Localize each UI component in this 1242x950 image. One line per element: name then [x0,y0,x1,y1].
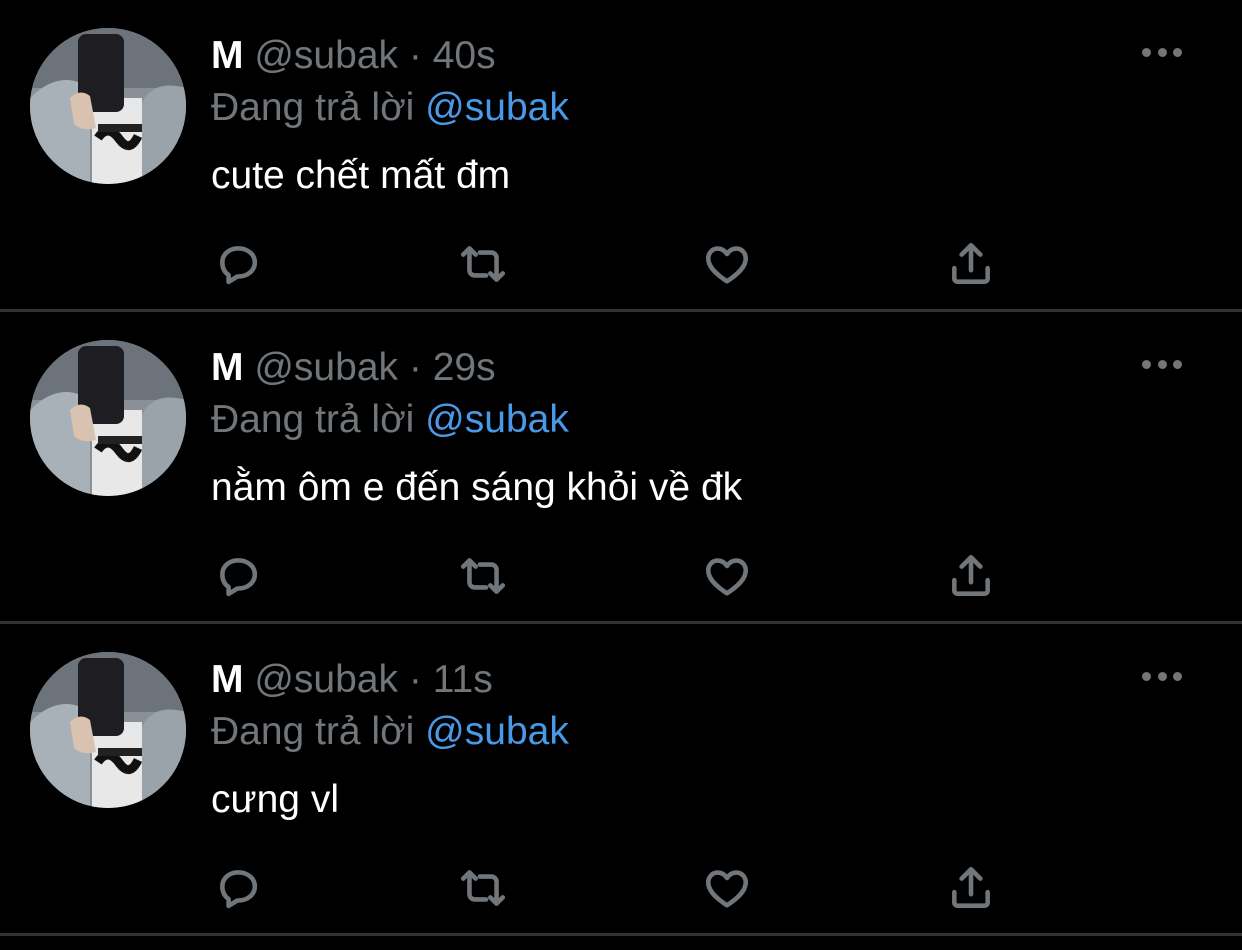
separator-dot: · [408,658,422,701]
replying-to-handle[interactable]: @subak [425,86,569,129]
retweet-button[interactable] [455,548,511,604]
replying-to-line: Đang trả lời @subak [211,82,1242,134]
share-icon [952,242,990,284]
tweet-timestamp[interactable]: 29s [433,346,496,389]
user-handle[interactable]: @subak [254,34,398,77]
reply-icon [220,246,258,285]
retweet-button[interactable] [455,236,511,292]
tweet-content: M @subak · 40s Đang trả lời @subak cute … [211,30,1242,202]
share-button[interactable] [943,548,999,604]
more-options-icon[interactable] [1142,40,1182,64]
like-icon [705,246,749,284]
like-button[interactable] [699,236,755,292]
reply-icon [220,558,258,597]
replying-to-label: Đang trả lời [211,710,415,753]
tweet[interactable]: M @subak · 29s Đang trả lời @subak nằm ô… [0,312,1242,624]
replying-to-handle[interactable]: @subak [425,398,569,441]
more-options-icon[interactable] [1142,352,1182,376]
avatar-image [30,340,186,496]
tweet-header: M @subak · 29s [211,342,1242,394]
retweet-button[interactable] [455,860,511,916]
share-button[interactable] [943,860,999,916]
tweet-content: M @subak · 11s Đang trả lời @subak cưng … [211,654,1242,826]
reply-button[interactable] [211,236,267,292]
separator-dot: · [408,34,422,77]
tweet-text: cưng vl [211,778,339,821]
retweet-icon [460,246,506,282]
tweet-actions [211,236,1011,292]
tweet-header: M @subak · 40s [211,30,1242,82]
tweet-timestamp[interactable]: 40s [433,34,496,77]
display-name[interactable]: M [211,34,244,77]
replying-to-line: Đang trả lời @subak [211,706,1242,758]
avatar[interactable] [30,340,186,496]
like-button[interactable] [699,548,755,604]
user-handle[interactable]: @subak [254,658,398,701]
more-options-icon[interactable] [1142,664,1182,688]
replying-to-label: Đang trả lời [211,398,415,441]
replying-to-handle[interactable]: @subak [425,710,569,753]
tweet[interactable]: M @subak · 40s Đang trả lời @subak cute … [0,0,1242,312]
replying-to-label: Đang trả lời [211,86,415,129]
avatar[interactable] [30,28,186,184]
reply-button[interactable] [211,548,267,604]
reply-icon [220,870,258,909]
separator-dot: · [408,346,422,389]
avatar-image [30,652,186,808]
retweet-icon [460,558,506,594]
avatar-image [30,28,186,184]
tweet-actions [211,860,1011,916]
reply-button[interactable] [211,860,267,916]
tweet-header: M @subak · 11s [211,654,1242,706]
user-handle[interactable]: @subak [254,346,398,389]
tweet-text: cute chết mất đm [211,154,511,197]
like-icon [705,870,749,908]
tweet-timestamp[interactable]: 11s [433,658,493,701]
avatar[interactable] [30,652,186,808]
share-button[interactable] [943,236,999,292]
tweet-content: M @subak · 29s Đang trả lời @subak nằm ô… [211,342,1242,514]
share-icon [952,866,990,908]
like-icon [705,558,749,596]
display-name[interactable]: M [211,346,244,389]
tweet-actions [211,548,1011,604]
tweet[interactable]: M @subak · 11s Đang trả lời @subak cưng … [0,624,1242,936]
display-name[interactable]: M [211,658,244,701]
timeline: M @subak · 40s Đang trả lời @subak cute … [0,0,1242,936]
share-icon [952,554,990,596]
tweet-text: nằm ôm e đến sáng khỏi về đk [211,466,743,509]
like-button[interactable] [699,860,755,916]
retweet-icon [460,870,506,906]
replying-to-line: Đang trả lời @subak [211,394,1242,446]
